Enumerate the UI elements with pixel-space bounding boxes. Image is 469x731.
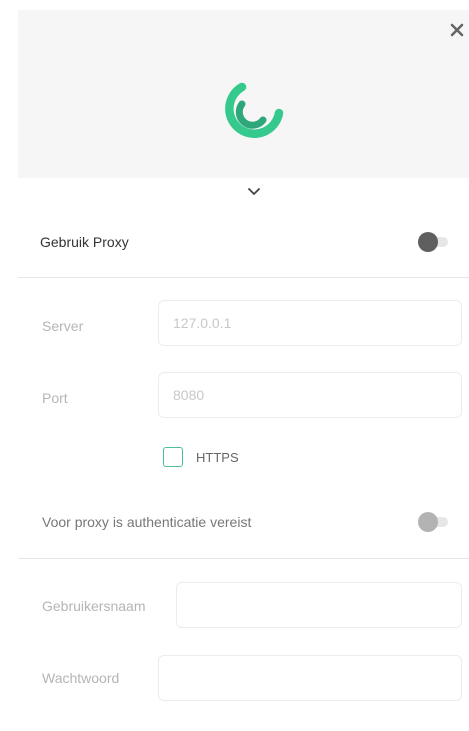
header-area bbox=[18, 10, 469, 178]
https-checkbox[interactable] bbox=[163, 447, 183, 467]
server-input[interactable] bbox=[158, 300, 462, 346]
port-input[interactable] bbox=[158, 372, 462, 418]
auth-required-toggle-knob bbox=[418, 512, 438, 532]
use-proxy-label: Gebruik Proxy bbox=[40, 234, 129, 250]
https-label: HTTPS bbox=[196, 450, 239, 465]
divider bbox=[18, 277, 469, 278]
proxy-settings-panel: Gebruik Proxy Server Port HTTPS Voor pro… bbox=[18, 10, 469, 720]
server-label: Server bbox=[42, 318, 84, 334]
use-proxy-toggle-knob bbox=[418, 232, 438, 252]
app-logo bbox=[225, 82, 284, 138]
password-input[interactable] bbox=[158, 655, 462, 701]
divider bbox=[18, 558, 469, 559]
use-proxy-toggle[interactable] bbox=[418, 232, 448, 252]
username-input[interactable] bbox=[176, 582, 462, 628]
auth-required-label: Voor proxy is authenticatie vereist bbox=[42, 514, 252, 530]
port-label: Port bbox=[42, 390, 68, 406]
auth-required-toggle[interactable] bbox=[418, 512, 448, 532]
chevron-down-icon[interactable] bbox=[245, 185, 263, 199]
close-icon[interactable] bbox=[449, 22, 465, 38]
username-label: Gebruikersnaam bbox=[42, 598, 146, 614]
password-label: Wachtwoord bbox=[42, 670, 120, 686]
